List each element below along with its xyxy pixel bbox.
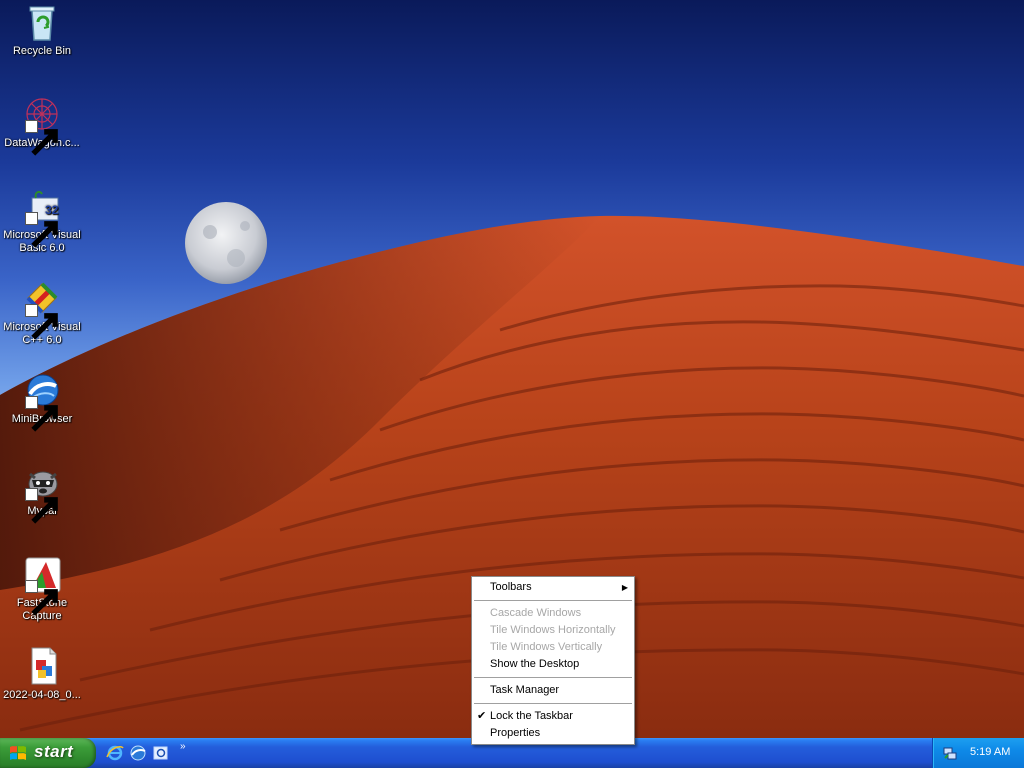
menu-item-label: Show the Desktop <box>490 658 580 670</box>
start-label: start <box>34 742 74 761</box>
visual-cpp-icon <box>22 278 62 340</box>
quick-launch-chevron[interactable]: » <box>180 741 186 752</box>
minibrowser-icon[interactable] <box>129 744 147 762</box>
shortcut-arrow-icon <box>25 304 58 340</box>
mypal-icon <box>22 462 62 524</box>
desktop-icon-recycle-bin[interactable]: Recycle Bin <box>0 2 84 58</box>
visual-basic-icon: 32 <box>22 186 62 248</box>
image-file-icon <box>22 646 62 686</box>
menu-item-task-manager[interactable]: Task Manager <box>472 682 634 699</box>
desktop-icon-datawagon[interactable]: DataWagon.c... <box>0 94 84 156</box>
desktop-icon-minibrowser[interactable]: MiniBrowser <box>0 370 84 432</box>
clock[interactable]: 5:19 AM <box>970 746 1010 758</box>
menu-item-label: Cascade Windows <box>490 607 582 619</box>
menu-separator <box>474 677 632 678</box>
internet-explorer-icon[interactable] <box>106 744 124 762</box>
menu-separator <box>474 600 632 601</box>
menu-item-tile-horizontally[interactable]: Tile Windows Horizontally <box>472 622 634 639</box>
menu-item-properties[interactable]: Properties <box>472 725 634 742</box>
menu-item-label: Tile Windows Vertically <box>490 641 603 653</box>
desktop-icon-mypal[interactable]: Mypal <box>0 462 84 524</box>
windows-logo-icon <box>10 746 26 760</box>
desktop-icon-faststone-capture[interactable]: FastStone Capture <box>0 554 84 623</box>
menu-item-cascade-windows[interactable]: Cascade Windows <box>472 605 634 622</box>
system-tray: 5:19 AM <box>932 738 1024 768</box>
desktop-icon-visual-cpp[interactable]: Microsoft Visual C++ 6.0 <box>0 278 84 347</box>
datawagon-icon <box>22 94 62 156</box>
menu-item-label: Task Manager <box>490 684 560 696</box>
shortcut-arrow-icon <box>25 120 58 156</box>
desktop-icon-image-file[interactable]: 2022-04-08_0... <box>0 646 84 702</box>
menu-item-label: Lock the Taskbar <box>490 710 573 722</box>
checkmark-icon: ✔ <box>477 710 487 722</box>
menu-item-tile-vertically[interactable]: Tile Windows Vertically <box>472 639 634 656</box>
shortcut-arrow-icon <box>25 580 58 616</box>
faststone-capture-icon <box>22 554 62 616</box>
menu-item-lock-taskbar[interactable]: ✔ Lock the Taskbar <box>472 708 634 725</box>
menu-item-label: Tile Windows Horizontally <box>490 624 616 636</box>
menu-item-show-desktop[interactable]: Show the Desktop <box>472 656 634 673</box>
menu-item-label: Toolbars <box>490 581 532 593</box>
recycle-bin-icon <box>22 2 62 42</box>
shortcut-arrow-icon <box>25 488 58 524</box>
shortcut-arrow-icon <box>25 396 58 432</box>
submenu-arrow-icon: ▶ <box>621 583 628 592</box>
shortcut-arrow-icon <box>25 212 58 248</box>
network-tray-icon[interactable] <box>942 745 958 761</box>
menu-item-label: Properties <box>490 727 541 739</box>
desktop-icon-visual-basic[interactable]: 32 Microsoft Visual Basic 6.0 <box>0 186 84 255</box>
desktop-icon-label: Recycle Bin <box>12 45 72 57</box>
menu-item-toolbars[interactable]: Toolbars ▶ <box>472 579 634 596</box>
desktop-icon-label: 2022-04-08_0... <box>3 689 81 701</box>
minibrowser-icon <box>22 370 62 432</box>
start-button[interactable]: start <box>0 738 96 768</box>
taskbar-context-menu: Toolbars ▶ Cascade Windows Tile Windows … <box>471 576 635 745</box>
menu-separator <box>474 703 632 704</box>
outlook-express-icon[interactable] <box>152 744 170 762</box>
